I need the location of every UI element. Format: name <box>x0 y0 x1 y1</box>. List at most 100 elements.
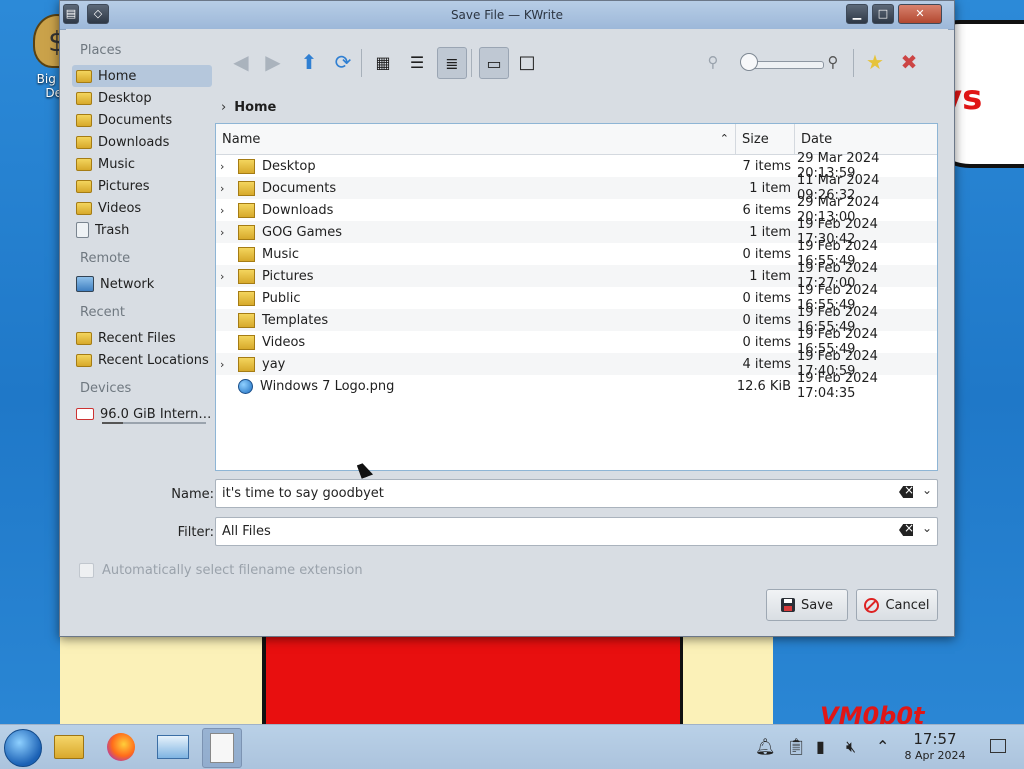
sidebar-item-network[interactable]: Network <box>72 273 212 295</box>
sidebar-item-videos[interactable]: Videos <box>72 197 212 219</box>
zoom-slider-handle[interactable] <box>740 53 758 71</box>
show-desktop-icon[interactable] <box>990 739 1006 753</box>
folder-icon <box>238 246 255 262</box>
expand-chevron-icon[interactable]: › <box>220 160 234 173</box>
expand-chevron-icon[interactable]: › <box>220 182 234 195</box>
file-size: 1 item <box>749 224 791 240</box>
sidebar-item-documents[interactable]: Documents <box>72 109 212 131</box>
file-size: 0 items <box>742 312 791 328</box>
detailed-view-icon[interactable]: ≣ <box>437 47 467 79</box>
start-menu-icon[interactable] <box>4 729 42 767</box>
sidebar-item-recent-files[interactable]: Recent Files <box>72 327 212 349</box>
chevron-down-icon[interactable]: ⌄ <box>922 521 932 535</box>
firefox-icon[interactable] <box>102 728 140 766</box>
battery-icon[interactable]: ▮ <box>816 737 825 756</box>
maximize-icon[interactable]: □ <box>872 4 894 24</box>
sidebar-item-music[interactable]: Music <box>72 153 212 175</box>
file-manager-icon[interactable] <box>50 728 88 766</box>
zoom-out-icon[interactable]: ⚲ <box>699 47 727 77</box>
options-icon[interactable]: ✖ <box>895 47 923 77</box>
volume-muted-icon[interactable]: 🔇︎ <box>846 737 856 757</box>
expand-chevron-icon[interactable]: › <box>220 204 234 217</box>
cancel-button[interactable]: Cancel <box>856 589 938 621</box>
drive-icon <box>76 408 94 420</box>
network-icon <box>76 276 94 292</box>
chevron-right-icon: › <box>221 99 227 115</box>
file-name: Downloads <box>262 202 334 218</box>
sidebar-item-label: 96.0 GiB Intern… <box>100 406 212 422</box>
folder-icon <box>238 356 255 372</box>
file-list[interactable]: Name ⌃ Size Date › Desktop 7 items 29 Mar 2… <box>215 123 938 471</box>
clear-text-icon[interactable] <box>899 486 913 498</box>
auto-extension-checkbox[interactable] <box>79 563 94 578</box>
sidebar-item-downloads[interactable]: Downloads <box>72 131 212 153</box>
filename-input[interactable] <box>222 484 882 502</box>
kwrite-icon[interactable] <box>202 728 242 768</box>
icons-view-icon[interactable]: ▦ <box>369 47 397 77</box>
sidebar-section-title: Devices <box>80 381 132 396</box>
sidebar-item-96-0-gib-intern[interactable]: 96.0 GiB Intern… <box>72 403 212 425</box>
column-header-label: Date <box>801 131 833 147</box>
system-settings-icon[interactable] <box>154 728 192 766</box>
wallpaper-shape <box>680 625 773 724</box>
file-dialog-toolbar: ◀ ▶ ⬆ ⟳ ▦ ☰ ≣ ▭ □ ⚲ ⚲ ★ ✖ <box>221 47 941 81</box>
wallpaper-shape <box>60 630 270 724</box>
file-size: 0 items <box>742 290 791 306</box>
file-size: 1 item <box>749 180 791 196</box>
save-button[interactable]: Save <box>766 589 848 621</box>
filter-field[interactable]: ⌄ <box>215 517 938 546</box>
filter-label: Filter: <box>177 525 214 540</box>
compact-view-icon[interactable]: ☰ <box>403 47 431 77</box>
breadcrumb[interactable]: › Home <box>221 97 276 117</box>
window-titlebar[interactable]: ▤ ◇ Save File — KWrite ▁ □ ✕ <box>60 1 954 30</box>
column-header-date[interactable]: Date <box>795 124 937 154</box>
clear-text-icon[interactable] <box>899 524 913 536</box>
new-folder-icon[interactable]: ★ <box>861 47 889 77</box>
filename-field[interactable]: ⌄ <box>215 479 938 508</box>
expand-chevron-icon[interactable]: › <box>220 270 234 283</box>
sidebar-item-desktop[interactable]: Desktop <box>72 87 212 109</box>
sidebar-item-label: Downloads <box>98 134 170 150</box>
forward-icon[interactable]: ▶ <box>259 47 287 77</box>
file-size: 7 items <box>742 158 791 174</box>
sidebar-item-recent-locations[interactable]: Recent Locations <box>72 349 212 371</box>
parent-folder-icon[interactable]: ⬆ <box>295 47 323 77</box>
column-header-size[interactable]: Size <box>736 124 795 154</box>
notifications-icon[interactable]: 🔔︎ <box>755 737 775 756</box>
zoom-slider[interactable] <box>748 61 824 69</box>
filter-input[interactable] <box>222 522 882 540</box>
chevron-down-icon[interactable]: ⌄ <box>922 483 932 497</box>
column-header-label: Name <box>222 131 261 147</box>
clock-time[interactable]: 17:57 <box>905 730 965 748</box>
wallpaper-watermark: VM0b0t <box>820 702 925 724</box>
sidebar-item-label: Recent Files <box>98 330 176 346</box>
breadcrumb-current[interactable]: Home <box>234 100 276 115</box>
cancel-icon <box>864 597 880 613</box>
panel-icon[interactable]: □ <box>513 47 541 77</box>
back-icon[interactable]: ◀ <box>227 47 255 77</box>
preview-icon[interactable]: ▭ <box>479 47 509 79</box>
sidebar-item-home[interactable]: Home <box>72 65 212 87</box>
pictures-folder-icon <box>76 179 92 193</box>
file-name-cell: Videos <box>216 334 733 350</box>
file-list-row[interactable]: Windows 7 Logo.png 12.6 KiB 19 Feb 2024 17… <box>216 371 937 401</box>
reload-icon[interactable]: ⟳ <box>329 47 357 77</box>
expand-chevron-icon[interactable]: › <box>220 226 234 239</box>
minimize-icon[interactable]: ▁ <box>846 4 868 24</box>
column-header-name[interactable]: Name ⌃ <box>216 124 736 154</box>
sidebar-item-pictures[interactable]: Pictures <box>72 175 212 197</box>
file-name: Documents <box>262 180 337 196</box>
sidebar-item-trash[interactable]: Trash <box>72 219 212 241</box>
cancel-button-label: Cancel <box>885 597 930 613</box>
clipboard-icon[interactable]: 📋︎ <box>786 737 806 756</box>
sidebar-section-title: Recent <box>80 305 125 320</box>
file-size: 1 item <box>749 268 791 284</box>
auto-extension-label: Automatically select filename extension <box>102 563 363 578</box>
expand-chevron-icon[interactable]: › <box>220 358 234 371</box>
folder-icon <box>238 268 255 284</box>
zoom-in-icon[interactable]: ⚲ <box>819 47 847 77</box>
trash-icon <box>76 222 89 238</box>
close-icon[interactable]: ✕ <box>898 4 942 24</box>
tray-expand-icon[interactable]: ⌃ <box>876 737 889 756</box>
clock-date[interactable]: 8 Apr 2024 <box>900 749 970 762</box>
